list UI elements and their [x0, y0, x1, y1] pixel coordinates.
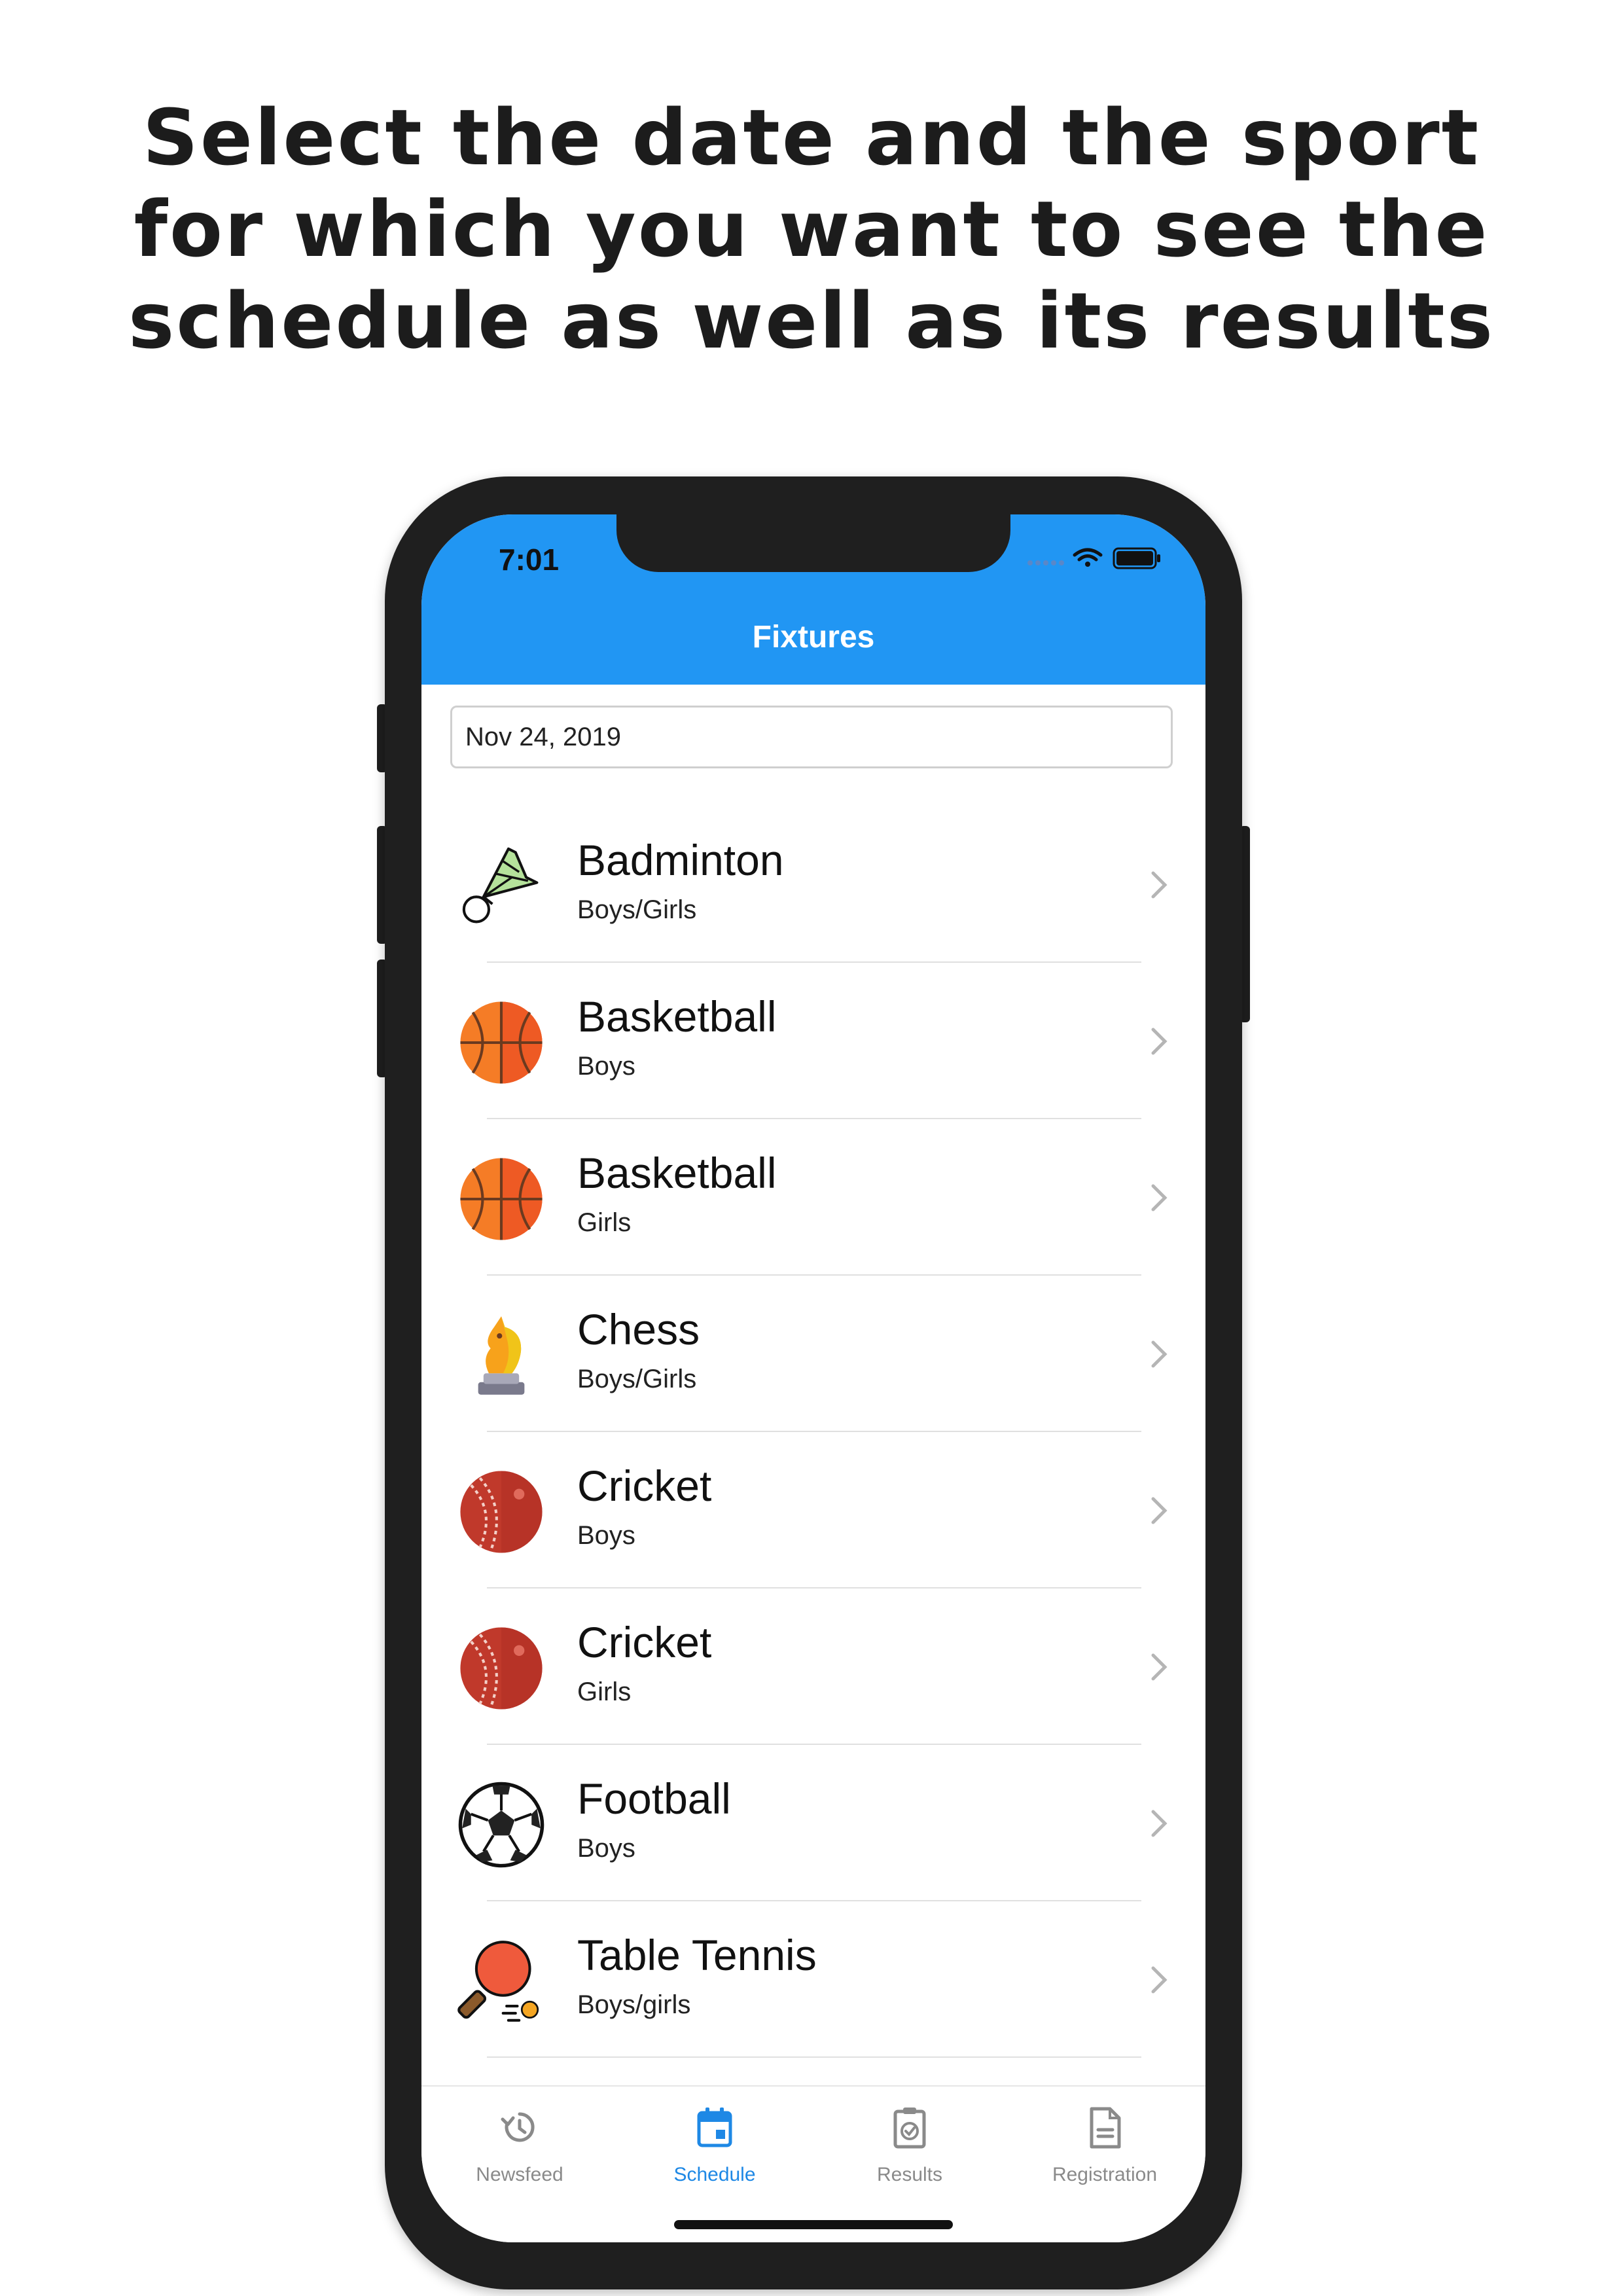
sport-title: Cricket — [577, 1618, 712, 1666]
headline-line-3: schedule as well as its results — [128, 276, 1495, 366]
sport-title: Badminton — [577, 836, 784, 884]
cricket-ball-icon — [460, 1627, 543, 1710]
sport-title: Football — [577, 1774, 731, 1823]
shuttlecock-icon — [462, 847, 539, 924]
chevron-right-icon — [1151, 1340, 1168, 1368]
list-item[interactable]: Cricket Boys — [421, 1432, 1205, 1588]
sport-subtitle: Girls — [577, 1677, 632, 1706]
status-time: 7:01 — [499, 543, 560, 577]
chevron-right-icon — [1151, 1810, 1168, 1837]
sports-list: Badminton Boys/Girls Basketball Boys Bas… — [421, 806, 1205, 2058]
status-icons — [1027, 547, 1160, 569]
chevron-right-icon — [1151, 1184, 1168, 1211]
headline-line-1: Select the date and the sport — [142, 92, 1481, 183]
sport-title: Chess — [577, 1305, 700, 1354]
sport-title: Table Tennis — [577, 1931, 817, 1979]
document-icon — [1090, 2107, 1121, 2149]
chevron-right-icon — [1151, 1497, 1168, 1524]
cricket-ball-icon — [460, 1471, 543, 1553]
chevron-right-icon — [1151, 1028, 1168, 1055]
bottom-tab-bar: Newsfeed Schedule Results Registration — [421, 2085, 1205, 2242]
sport-title: Basketball — [577, 1149, 777, 1197]
list-item[interactable]: Basketball Boys — [421, 963, 1205, 1119]
tab-label: Newsfeed — [476, 2164, 563, 2185]
table-tennis-icon — [457, 1941, 539, 2022]
headline: Select the date and the sport for which … — [0, 92, 1623, 367]
signal-dots-icon — [1027, 560, 1064, 565]
list-item[interactable]: Chess Boys/Girls — [421, 1276, 1205, 1432]
wifi-icon — [1073, 548, 1103, 567]
sport-subtitle: Boys — [577, 1521, 635, 1550]
chevron-right-icon — [1151, 871, 1168, 899]
app-bar-title: Fixtures — [752, 620, 875, 655]
sport-title: Basketball — [577, 992, 777, 1041]
history-icon — [501, 2112, 535, 2142]
tab-newsfeed[interactable]: Newsfeed — [421, 2087, 618, 2217]
basketball-icon — [460, 1158, 543, 1240]
phone-screen: 7:01 Fixtures Nov 24, 2019 Badminton Boy… — [421, 514, 1205, 2242]
home-indicator[interactable] — [674, 2220, 953, 2229]
notch — [616, 514, 1010, 572]
tab-results[interactable]: Results — [812, 2087, 1008, 2217]
list-item[interactable]: Basketball Girls — [421, 1119, 1205, 1276]
list-item[interactable]: Badminton Boys/Girls — [421, 806, 1205, 963]
headline-line-2: for which you want to see the — [134, 184, 1489, 274]
basketball-icon — [460, 1001, 543, 1084]
tab-schedule[interactable]: Schedule — [616, 2087, 813, 2217]
tab-registration[interactable]: Registration — [1007, 2087, 1203, 2217]
chevron-right-icon — [1151, 1966, 1168, 1994]
chevron-right-icon — [1151, 1653, 1168, 1681]
chess-knight-icon — [478, 1316, 525, 1395]
app-bar: 7:01 Fixtures — [421, 514, 1205, 685]
sport-title: Cricket — [577, 1462, 712, 1510]
tab-label: Registration — [1052, 2164, 1158, 2185]
football-icon — [458, 1782, 544, 1868]
sport-subtitle: Boys — [577, 1834, 635, 1863]
tab-label: Results — [876, 2164, 943, 2185]
battery-icon — [1113, 547, 1160, 569]
tab-label: Schedule — [673, 2164, 756, 2185]
row-divider — [487, 2056, 1141, 2058]
sport-subtitle: Boys — [577, 1052, 635, 1081]
sport-subtitle: Boys/Girls — [577, 895, 697, 924]
list-item[interactable]: Table Tennis Boys/girls — [421, 1901, 1205, 2058]
date-picker-field[interactable]: Nov 24, 2019 — [450, 706, 1173, 768]
calendar-icon — [697, 2108, 732, 2147]
sport-subtitle: Boys/Girls — [577, 1365, 697, 1393]
clipboard-check-icon — [893, 2108, 926, 2149]
list-item[interactable]: Cricket Girls — [421, 1588, 1205, 1745]
list-item[interactable]: Football Boys — [421, 1745, 1205, 1901]
sport-subtitle: Boys/girls — [577, 1990, 691, 2019]
sport-subtitle: Girls — [577, 1208, 632, 1237]
